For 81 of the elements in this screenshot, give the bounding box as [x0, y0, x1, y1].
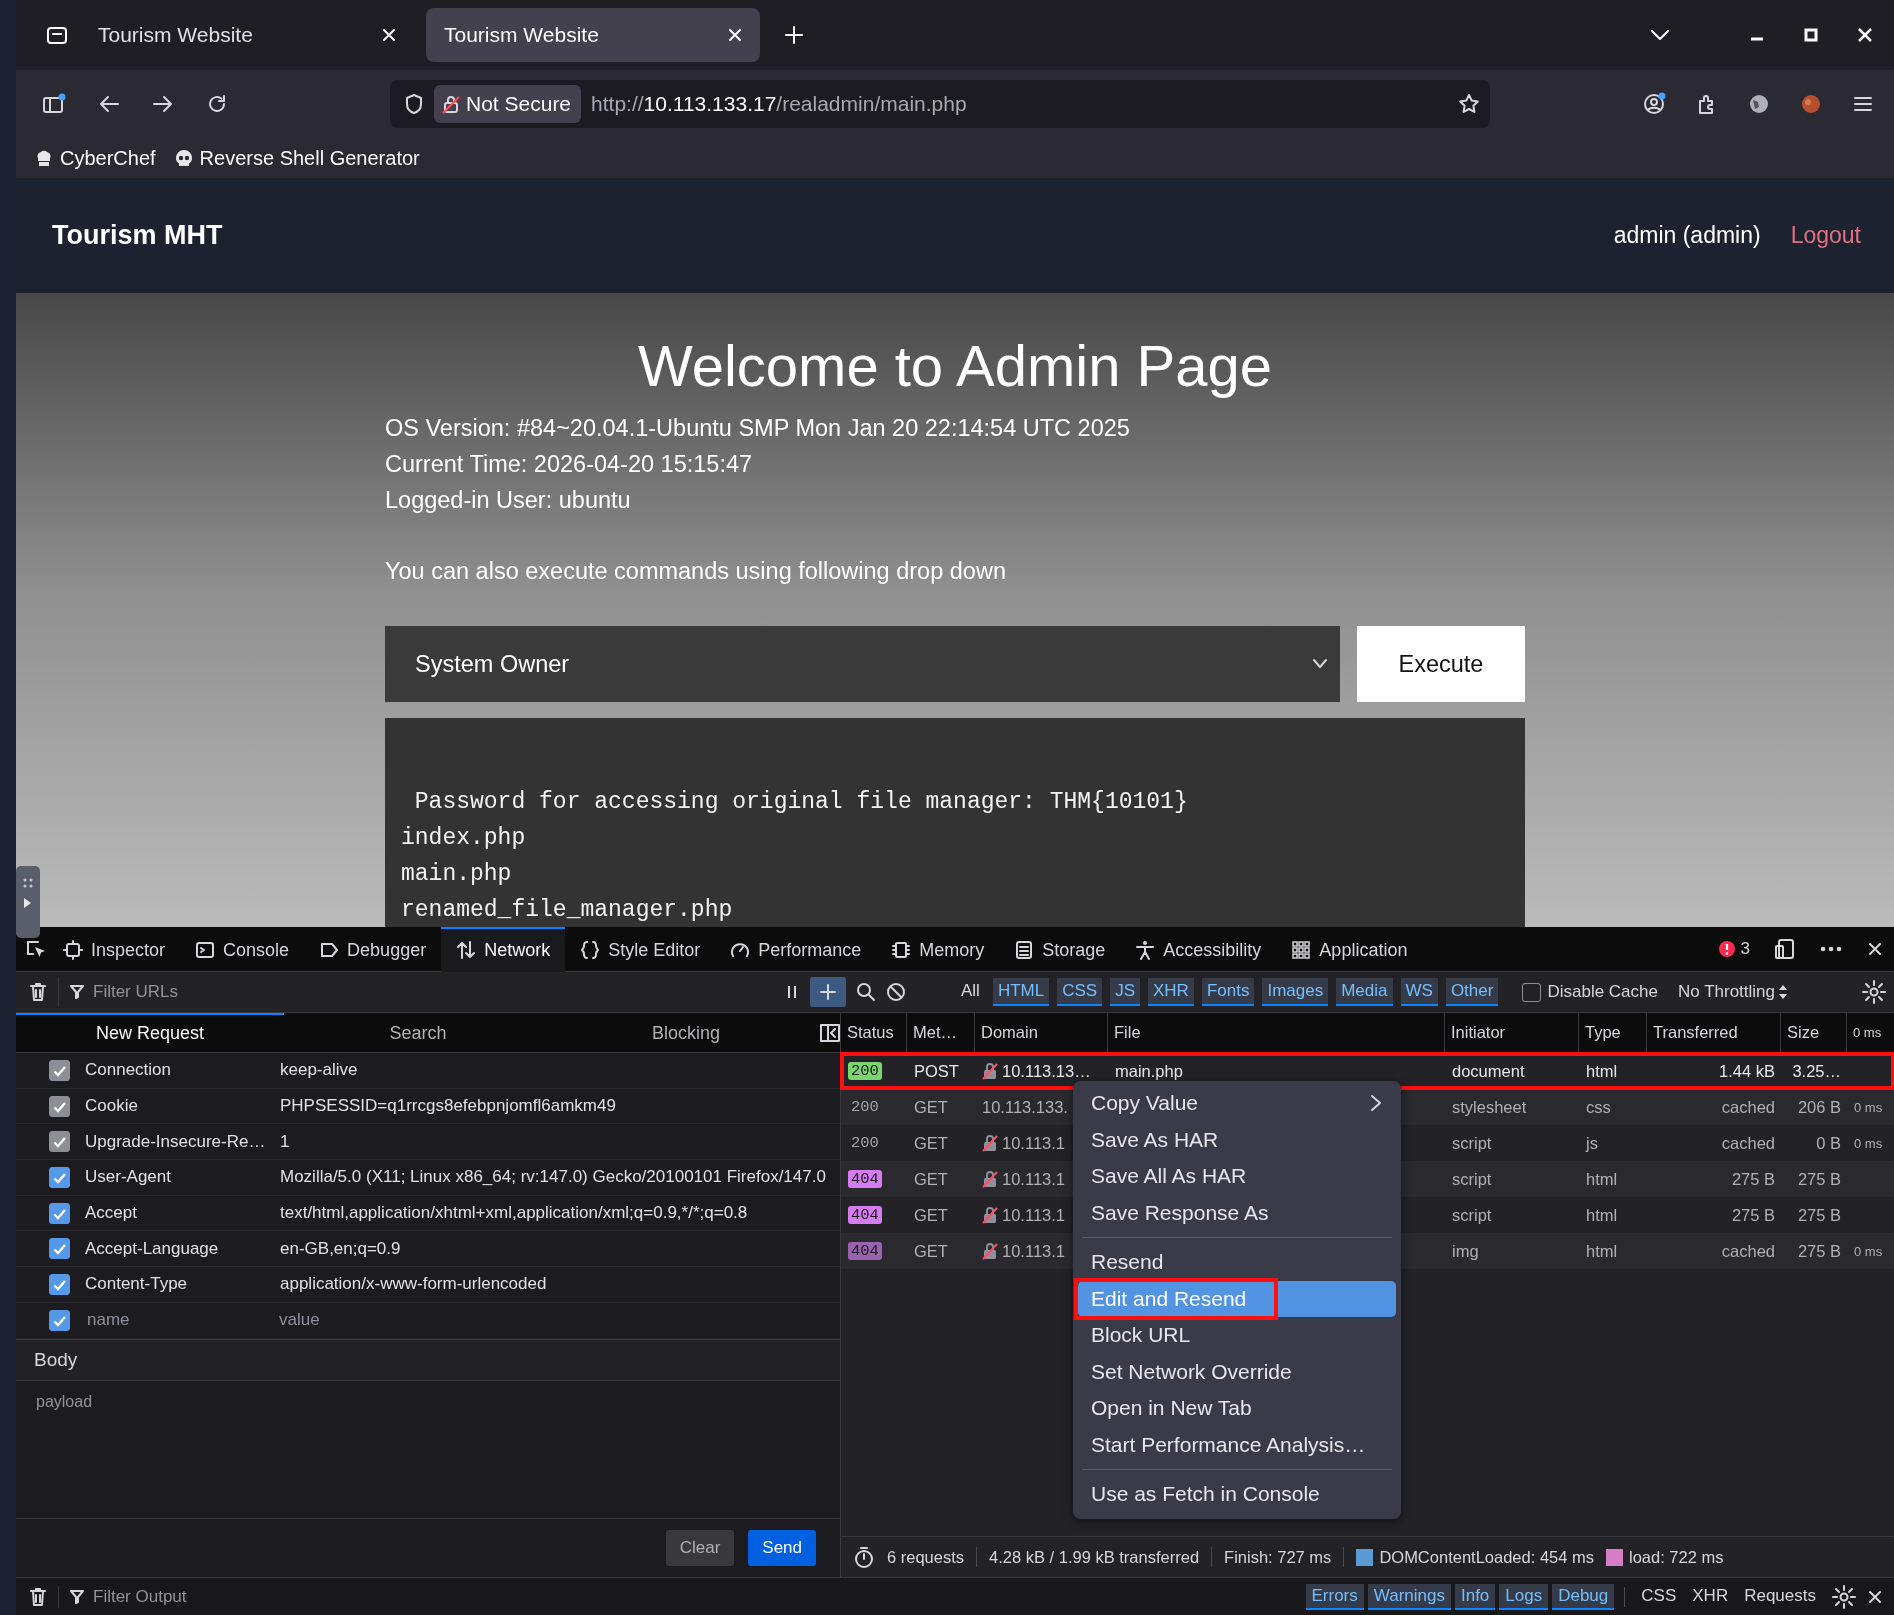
table-cell-text: GET: [913, 1169, 949, 1189]
table-cell-text: 0 ms: [1853, 1099, 1884, 1115]
table-cell-text: html: [1585, 1205, 1619, 1225]
status-code: 200: [848, 1062, 882, 1080]
security-label: Not Secure: [466, 92, 572, 116]
table-cell-text: GET: [913, 1241, 949, 1261]
request-count: 6 requests: [887, 1547, 965, 1567]
finish-time: Finish: 727 ms: [1224, 1547, 1332, 1567]
info-line: Logged-in User: ubuntu: [385, 486, 632, 515]
timing-label: load: 722 ms: [1629, 1547, 1724, 1567]
tab-title: Tourism Website: [444, 23, 599, 47]
header-value: 1: [280, 1131, 290, 1152]
table-cell-text: cached: [1720, 1241, 1776, 1261]
table-cell-text: 275 B: [1730, 1205, 1776, 1225]
table-cell-text: 275 B: [1796, 1241, 1842, 1261]
table-cell-text: GET: [913, 1133, 949, 1153]
table-cell-text: html: [1585, 1061, 1619, 1081]
status-code: 404: [848, 1242, 882, 1260]
table-cell-text: html: [1585, 1169, 1619, 1189]
table-cell-text: css: [1585, 1097, 1612, 1117]
table-cell-text: stylesheet: [1451, 1097, 1528, 1117]
timing-label: DOMContentLoaded: 454 ms: [1379, 1547, 1594, 1567]
url-text: http://10.113.133.17/realadmin/main.php: [591, 92, 968, 116]
table-cell-text: script: [1451, 1205, 1493, 1225]
table-cell-text: cached: [1720, 1097, 1776, 1117]
domain-text: 10.113.13…: [1002, 1061, 1091, 1081]
table-cell-text: GET: [913, 1205, 949, 1225]
table-cell-text: script: [1451, 1169, 1493, 1189]
table-cell-text: 0 ms: [1853, 1243, 1884, 1259]
header-value: text/html,application/xhtml+xml,application/xml;q=0.9,*/*;q=0.8: [280, 1203, 748, 1224]
table-cell-text: 275 B: [1730, 1169, 1776, 1189]
header-name: User-Agent: [85, 1167, 172, 1188]
header-value: en-GB,en;q=0.9: [280, 1238, 401, 1259]
header-name: Upgrade-Insecure-Re…: [85, 1131, 267, 1152]
bookmark-label: CyberChef: [60, 146, 156, 170]
info-line: OS Version: #84~20.04.1-Ubuntu SMP Mon Jan 20 22:14:54 UTC 2025: [385, 414, 1131, 443]
table-cell-text: 206 B: [1796, 1097, 1842, 1117]
domain-text: 10.113.1: [1002, 1205, 1065, 1225]
status-code: 404: [848, 1206, 882, 1224]
header-value: PHPSESSID=q1rrcgs8efebpnjomfl6amkm49: [280, 1096, 616, 1117]
header-name: Content-Type: [85, 1274, 189, 1295]
table-cell-text: POST: [913, 1061, 960, 1081]
table-cell-text: GET: [913, 1097, 949, 1117]
body-label: Body: [16, 1338, 840, 1381]
table-cell-text: 0 ms: [1853, 1135, 1884, 1151]
table-cell-text: document: [1451, 1061, 1526, 1081]
domain-text: 10.113.1: [1002, 1133, 1065, 1153]
info-line: Current Time: 2026-04-20 15:15:47: [385, 450, 754, 479]
page-heading: Welcome to Admin Page: [636, 332, 1273, 400]
tab-title: Tourism Website: [98, 23, 253, 47]
table-cell-text: main.php: [1114, 1061, 1184, 1081]
header-name: Accept-Language: [85, 1238, 220, 1259]
domain-text: 10.113.1: [1002, 1169, 1065, 1189]
table-cell-text: script: [1451, 1133, 1493, 1153]
output-line: main.php: [401, 860, 513, 889]
table-cell-text: 3.25…: [1791, 1061, 1842, 1081]
header-value: application/x-www-form-urlencoded: [280, 1274, 547, 1295]
domain-text: 10.113.133.: [982, 1097, 1068, 1117]
output-line: renamed_file_manager.php: [401, 896, 734, 925]
table-cell-text: js: [1584, 1133, 1599, 1153]
user-label: admin (admin): [1613, 222, 1761, 249]
header-name: Cookie: [85, 1096, 139, 1117]
header-name: Connection: [85, 1060, 172, 1081]
table-cell-text: 275 B: [1796, 1169, 1842, 1189]
status-code: 200: [850, 1098, 880, 1116]
table-cell-text: 275 B: [1796, 1205, 1842, 1225]
table-cell-text: 0 B: [1815, 1133, 1842, 1153]
header-value: Mozilla/5.0 (X11; Linux x86_64; rv:147.0) Gecko/20100101 Firefox/147.0: [280, 1167, 826, 1188]
table-cell-text: 1.44 kB: [1718, 1061, 1776, 1081]
output-line: Password for accessing original file manager: THM{10101}: [413, 788, 1189, 817]
transfer-size: 4.28 kB / 1.99 kB transferred: [989, 1547, 1200, 1567]
domain-text: 10.113.1: [1002, 1241, 1065, 1261]
status-code: 200: [850, 1134, 880, 1152]
table-cell-text: html: [1585, 1241, 1619, 1261]
status-code: 404: [848, 1170, 882, 1188]
output-line: index.php: [401, 824, 527, 853]
hint-text: You can also execute commands using following drop down: [385, 557, 1007, 586]
table-cell-text: img: [1451, 1241, 1480, 1261]
header-value: keep-alive: [280, 1060, 358, 1081]
table-cell-text: cached: [1720, 1133, 1776, 1153]
header-name: Accept: [85, 1203, 138, 1224]
